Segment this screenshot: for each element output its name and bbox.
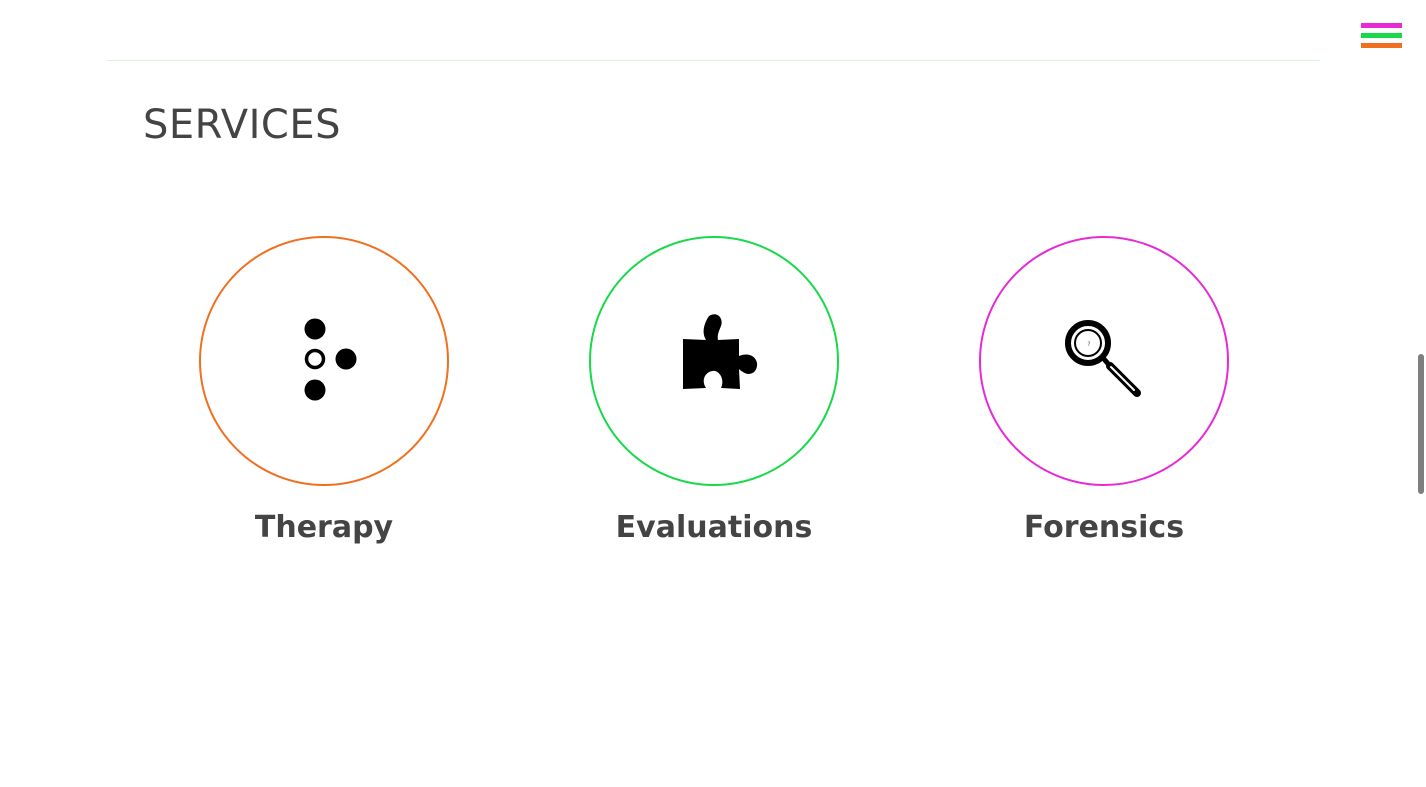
service-label: Evaluations: [615, 510, 813, 545]
service-evaluations[interactable]: Evaluations: [589, 236, 839, 556]
service-therapy[interactable]: Therapy: [199, 236, 449, 556]
magnifier-question-mark: ?: [1087, 341, 1090, 348]
menu-bar-middle: [1361, 33, 1402, 38]
header-divider: [107, 60, 1320, 61]
menu-bar-bottom: [1361, 43, 1402, 48]
service-label: Therapy: [254, 510, 394, 545]
page: SERVICES Therapy Evaluations ? Forensics: [0, 0, 1426, 787]
hamburger-menu-button[interactable]: [1361, 22, 1403, 50]
service-forensics[interactable]: ? Forensics: [979, 236, 1229, 556]
service-label: Forensics: [1023, 510, 1185, 545]
scrollbar-thumb[interactable]: [1418, 354, 1424, 494]
magnifying-glass-icon: ?: [1065, 320, 1141, 397]
section-title: SERVICES: [143, 102, 342, 148]
puzzle-piece-icon: [683, 314, 758, 389]
menu-bar-top: [1361, 23, 1402, 28]
braille-dots-icon: [304, 318, 357, 401]
